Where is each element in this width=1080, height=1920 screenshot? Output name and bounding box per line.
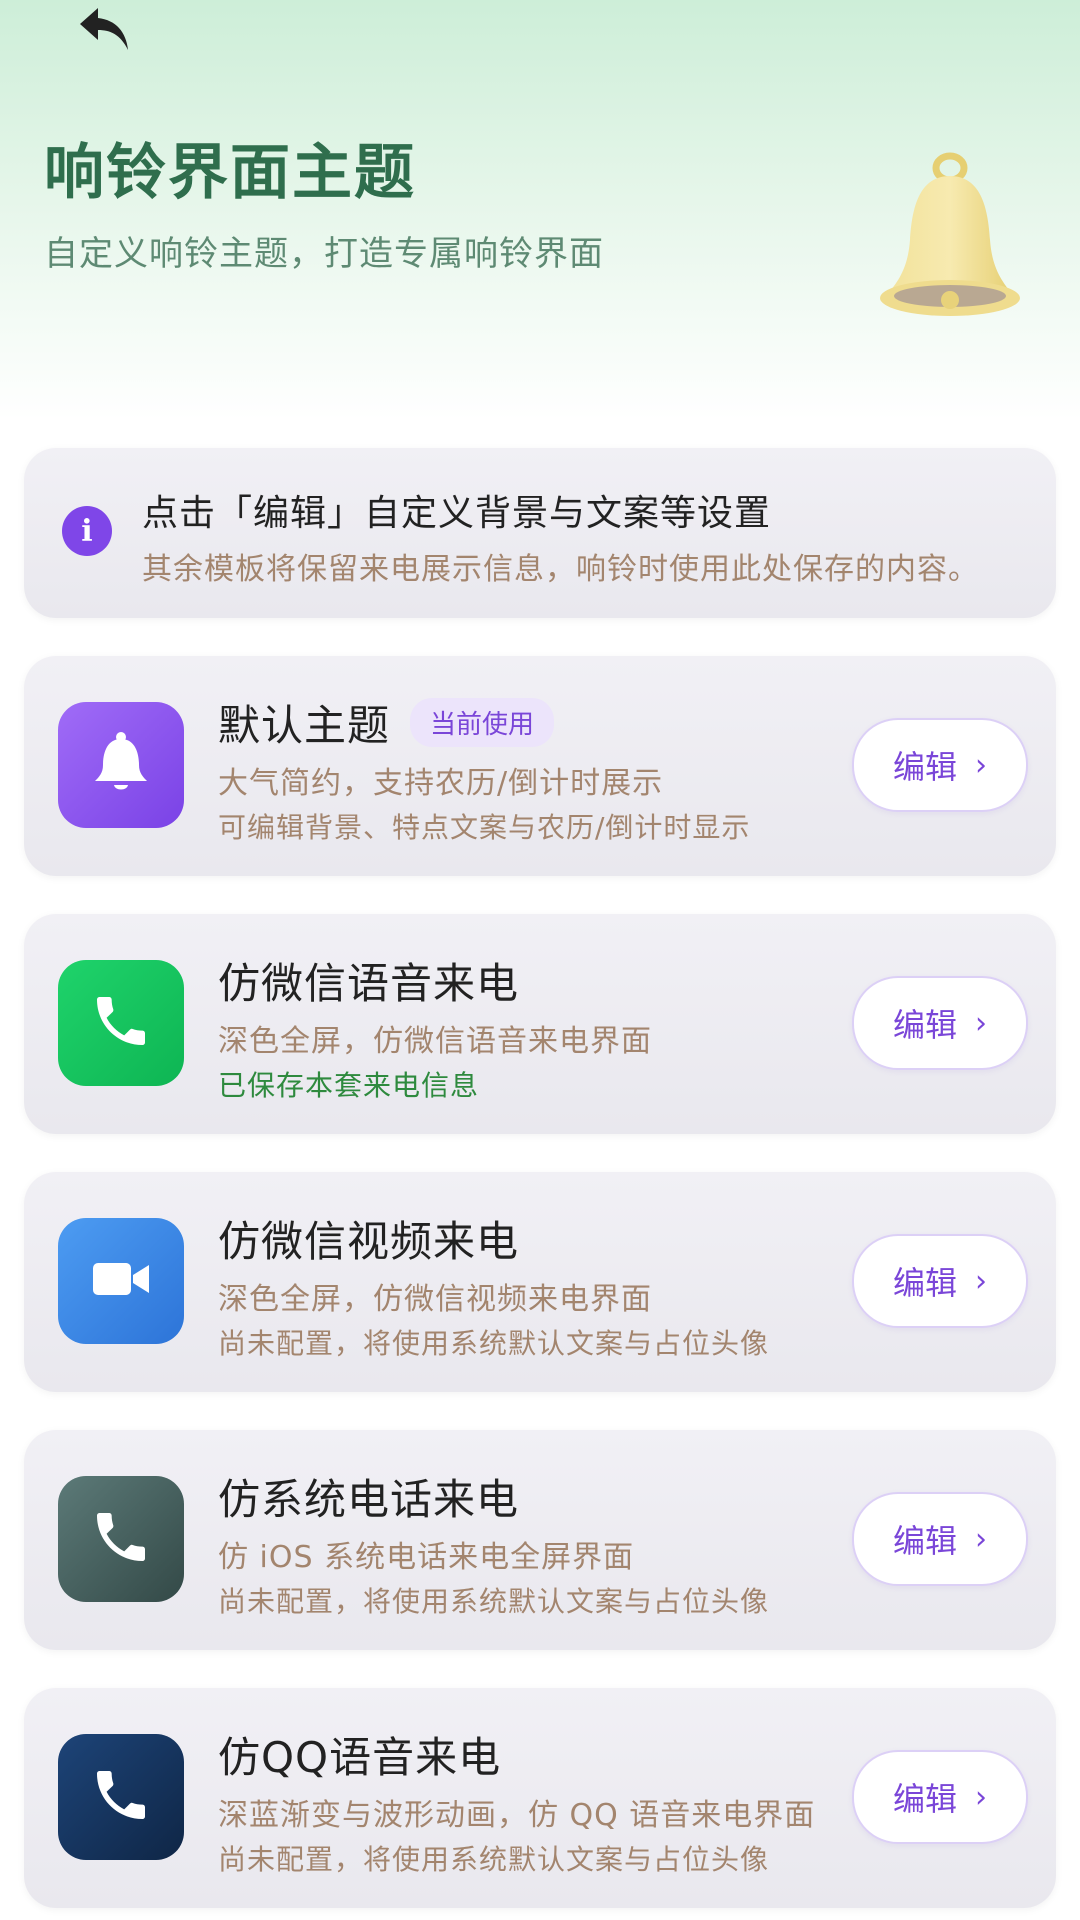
theme-description: 仿 iOS 系统电话来电全屏界面 <box>218 1540 635 1575</box>
info-card: i 点击「编辑」自定义背景与文案等设置 其余模板将保留来电展示信息，响铃时使用此… <box>24 448 1056 618</box>
theme-card-default[interactable]: 默认主题 当前使用 大气简约，支持农历/倒计时展示 可编辑背景、特点文案与农历/… <box>24 656 1056 876</box>
bell-icon <box>91 731 151 799</box>
theme-card-wechat-voice[interactable]: 仿微信语音来电 深色全屏，仿微信语音来电界面 已保存本套来电信息 编辑 › <box>24 914 1056 1134</box>
phone-icon <box>89 1763 153 1831</box>
theme-icon-tile <box>58 1734 184 1860</box>
theme-card-system-phone[interactable]: 仿系统电话来电 仿 iOS 系统电话来电全屏界面 尚未配置，将使用系统默认文案与… <box>24 1430 1056 1650</box>
theme-status: 已保存本套来电信息 <box>218 1069 480 1102</box>
theme-title: 默认主题 <box>218 701 391 750</box>
chevron-right-icon: › <box>975 747 987 783</box>
theme-title: 仿微信语音来电 <box>218 959 520 1008</box>
theme-description: 深色全屏，仿微信语音来电界面 <box>218 1024 652 1059</box>
edit-button-qq-voice[interactable]: 编辑 › <box>852 1750 1028 1844</box>
theme-icon-tile <box>58 702 184 828</box>
theme-title: 仿微信视频来电 <box>218 1217 520 1266</box>
edit-button-label: 编辑 <box>892 1006 957 1044</box>
chevron-right-icon: › <box>975 1521 987 1557</box>
chevron-right-icon: › <box>975 1005 987 1041</box>
video-camera-icon <box>89 1255 153 1307</box>
theme-card-qq-voice[interactable]: 仿QQ语音来电 深蓝渐变与波形动画，仿 QQ 语音来电界面 尚未配置，将使用系统… <box>24 1688 1056 1908</box>
back-button[interactable] <box>68 0 140 62</box>
theme-title: 仿系统电话来电 <box>218 1475 520 1524</box>
edit-button-label: 编辑 <box>892 1780 957 1818</box>
info-title: 点击「编辑」自定义背景与文案等设置 <box>142 493 772 534</box>
theme-icon-tile <box>58 1218 184 1344</box>
theme-status: 可编辑背景、特点文案与农历/倒计时显示 <box>218 811 751 844</box>
theme-icon-tile <box>58 1476 184 1602</box>
page-subtitle: 自定义响铃主题，打造专属响铃界面 <box>44 234 604 274</box>
theme-icon-tile <box>58 960 184 1086</box>
phone-icon <box>89 1505 153 1573</box>
edit-button-label: 编辑 <box>892 1522 957 1560</box>
theme-status: 尚未配置，将使用系统默认文案与占位头像 <box>218 1843 770 1876</box>
theme-title: 仿QQ语音来电 <box>218 1733 502 1782</box>
info-icon: i <box>62 506 112 556</box>
edit-button-label: 编辑 <box>892 1264 957 1302</box>
current-in-use-badge: 当前使用 <box>410 698 555 747</box>
theme-card-wechat-video[interactable]: 仿微信视频来电 深色全屏，仿微信视频来电界面 尚未配置，将使用系统默认文案与占位… <box>24 1172 1056 1392</box>
theme-description: 深蓝渐变与波形动画，仿 QQ 语音来电界面 <box>218 1798 816 1833</box>
theme-status: 尚未配置，将使用系统默认文案与占位头像 <box>218 1585 770 1618</box>
chevron-right-icon: › <box>975 1263 987 1299</box>
theme-status: 尚未配置，将使用系统默认文案与占位头像 <box>218 1327 770 1360</box>
theme-description: 深色全屏，仿微信视频来电界面 <box>218 1282 652 1317</box>
edit-button-system-phone[interactable]: 编辑 › <box>852 1492 1028 1586</box>
info-description: 其余模板将保留来电展示信息，响铃时使用此处保存的内容。 <box>142 552 979 587</box>
edit-button-default[interactable]: 编辑 › <box>852 718 1028 812</box>
edit-button-wechat-voice[interactable]: 编辑 › <box>852 976 1028 1070</box>
page-title: 响铃界面主题 <box>44 138 416 208</box>
back-arrow-icon <box>76 4 132 58</box>
edit-button-label: 编辑 <box>892 748 957 786</box>
phone-icon <box>89 989 153 1057</box>
bell-illustration-icon <box>860 150 1040 330</box>
edit-button-wechat-video[interactable]: 编辑 › <box>852 1234 1028 1328</box>
chevron-right-icon: › <box>975 1779 987 1815</box>
theme-description: 大气简约，支持农历/倒计时展示 <box>218 766 664 801</box>
